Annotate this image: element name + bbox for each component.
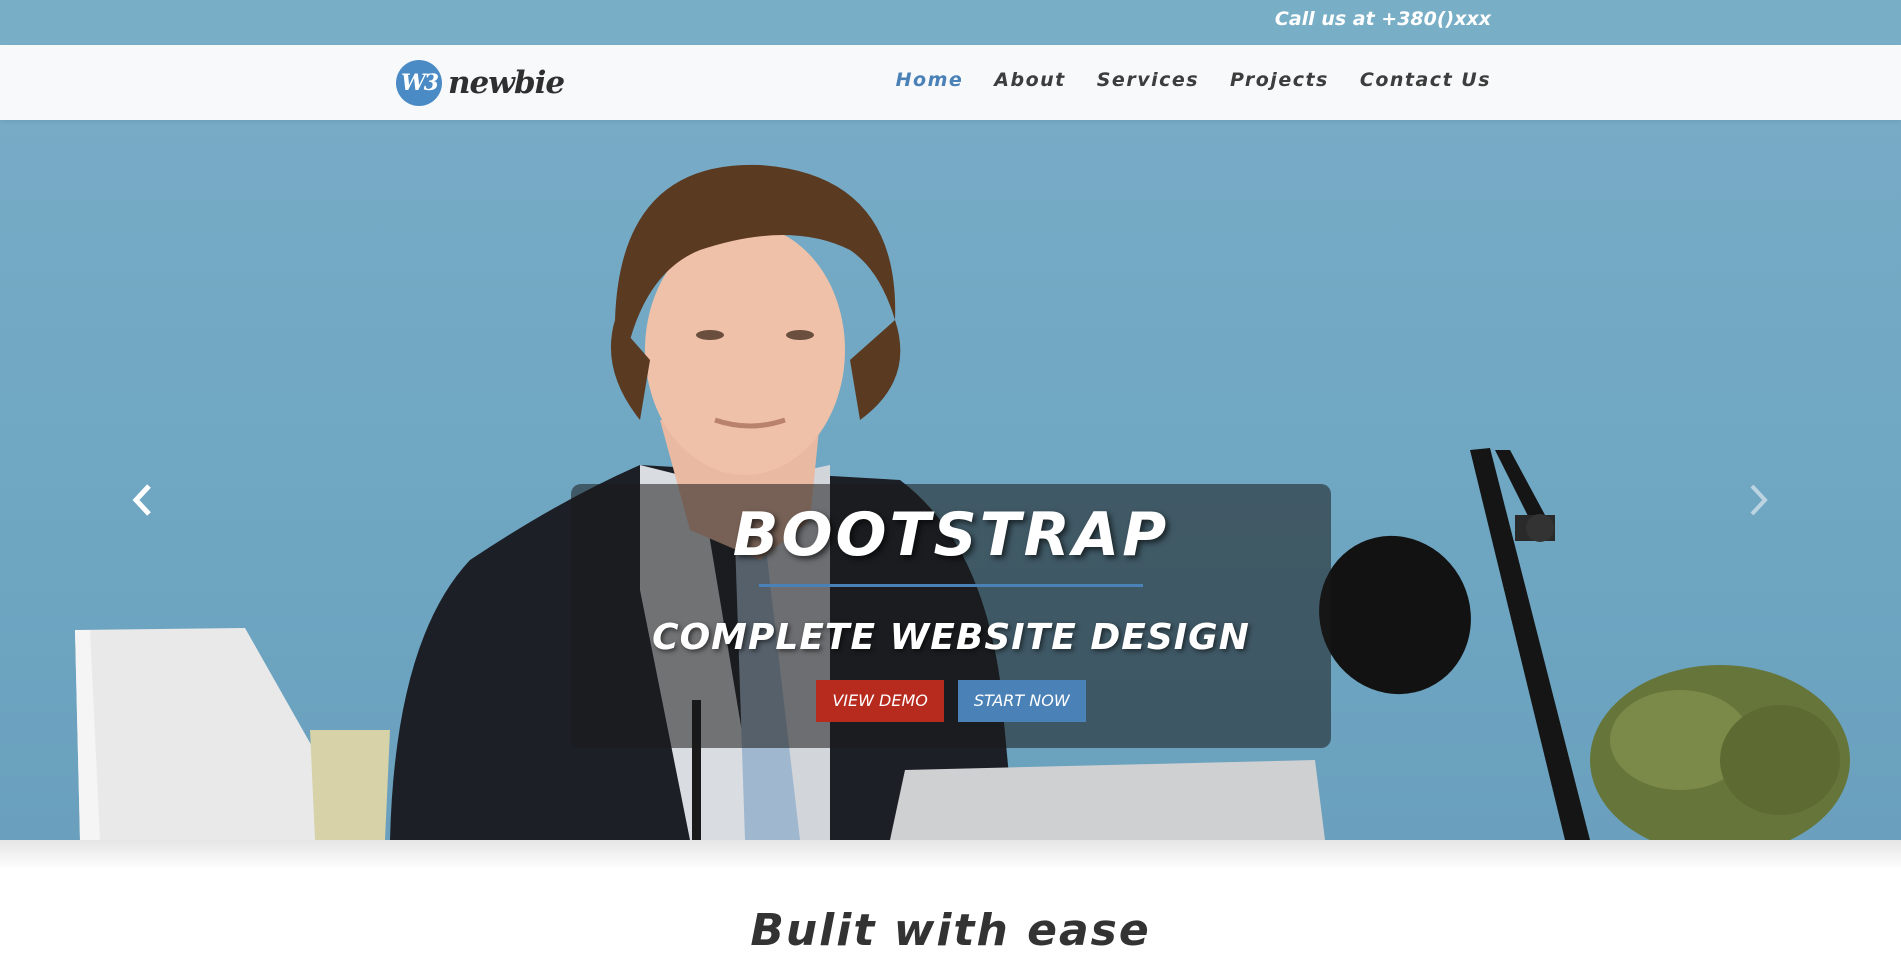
hero-title: BOOTSTRAP <box>732 500 1170 570</box>
phone-text[interactable]: Call us at +380()xxx <box>1275 8 1491 30</box>
brand-name: newbie <box>448 65 565 101</box>
chevron-right-icon <box>1750 484 1768 516</box>
carousel-caption: BOOTSTRAP COMPLETE WEBSITE DESIGN VIEW D… <box>571 484 1331 748</box>
nav-item-projects[interactable]: Projects <box>1230 69 1329 91</box>
carousel-next-button[interactable] <box>1729 460 1789 540</box>
top-bar: Call us at +380()xxx <box>0 0 1901 45</box>
hero-shadow <box>0 840 1901 870</box>
main-nav: Home About Services Projects Contact Us <box>896 69 1491 91</box>
hero-subtitle: COMPLETE WEBSITE DESIGN <box>652 617 1250 658</box>
title-divider <box>759 584 1143 587</box>
nav-item-services[interactable]: Services <box>1097 69 1199 91</box>
view-demo-button[interactable]: VIEW DEMO <box>816 680 944 722</box>
section-title: Bulit with ease <box>750 905 1151 956</box>
chevron-left-icon <box>132 484 151 516</box>
nav-item-contact-us[interactable]: Contact Us <box>1360 69 1491 91</box>
nav-item-about[interactable]: About <box>994 69 1065 91</box>
start-now-button[interactable]: START NOW <box>957 680 1086 722</box>
brand-logo[interactable]: W3 newbie <box>396 57 565 109</box>
logo-badge: W3 <box>396 60 442 106</box>
hero-carousel: BOOTSTRAP COMPLETE WEBSITE DESIGN VIEW D… <box>0 120 1901 840</box>
navbar: W3 newbie Home About Services Projects C… <box>0 45 1901 120</box>
nav-item-home[interactable]: Home <box>896 69 964 91</box>
hero-buttons: VIEW DEMO START NOW <box>571 680 1331 722</box>
carousel-prev-button[interactable] <box>112 460 172 540</box>
